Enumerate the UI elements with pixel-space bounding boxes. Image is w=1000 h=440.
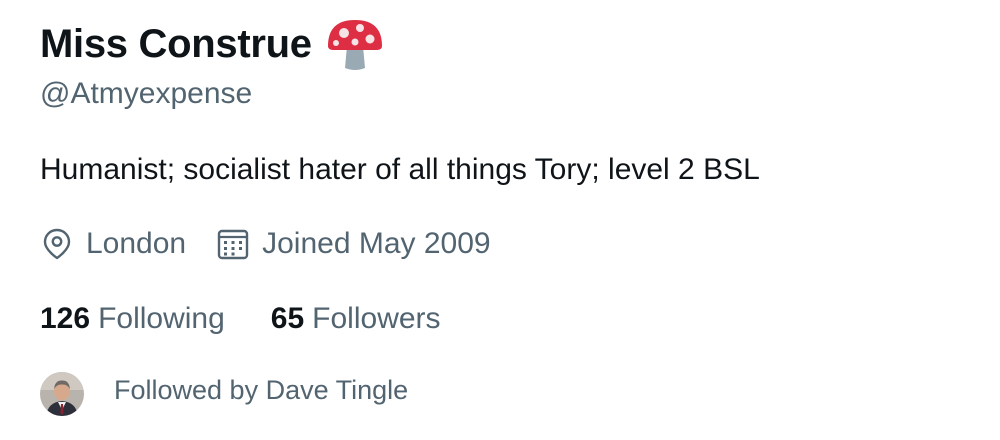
following-link[interactable]: 126 Following <box>40 302 225 336</box>
profile-meta: London Joined May 2009 <box>40 222 491 266</box>
location-pin-icon <box>40 227 74 261</box>
display-name: Miss Construe <box>40 22 312 66</box>
avatar[interactable] <box>40 372 84 416</box>
joined-item: Joined May 2009 <box>216 227 491 261</box>
joined-text: Joined May 2009 <box>262 227 491 260</box>
followed-by-text: Followed by Dave Tingle <box>114 375 409 405</box>
mushroom-icon <box>324 16 386 72</box>
followers-label: Followers <box>312 302 441 335</box>
profile-header: Miss Construe @Atmyexpense Humanist; soc… <box>40 0 980 440</box>
calendar-icon <box>216 227 250 261</box>
followed-by[interactable]: Followed by Dave Tingle <box>40 362 408 418</box>
following-count: 126 <box>40 302 91 335</box>
user-handle: @Atmyexpense <box>40 77 253 110</box>
location-item: London <box>40 227 186 261</box>
follow-stats: 126 Following 65 Followers <box>40 297 441 341</box>
following-label: Following <box>98 302 225 335</box>
location-text: London <box>86 227 187 260</box>
followers-link[interactable]: 65 Followers <box>271 302 441 336</box>
followers-count: 65 <box>270 302 305 335</box>
name-row: Miss Construe <box>40 14 386 74</box>
profile-bio: Humanist; socialist hater of all things … <box>40 153 760 186</box>
